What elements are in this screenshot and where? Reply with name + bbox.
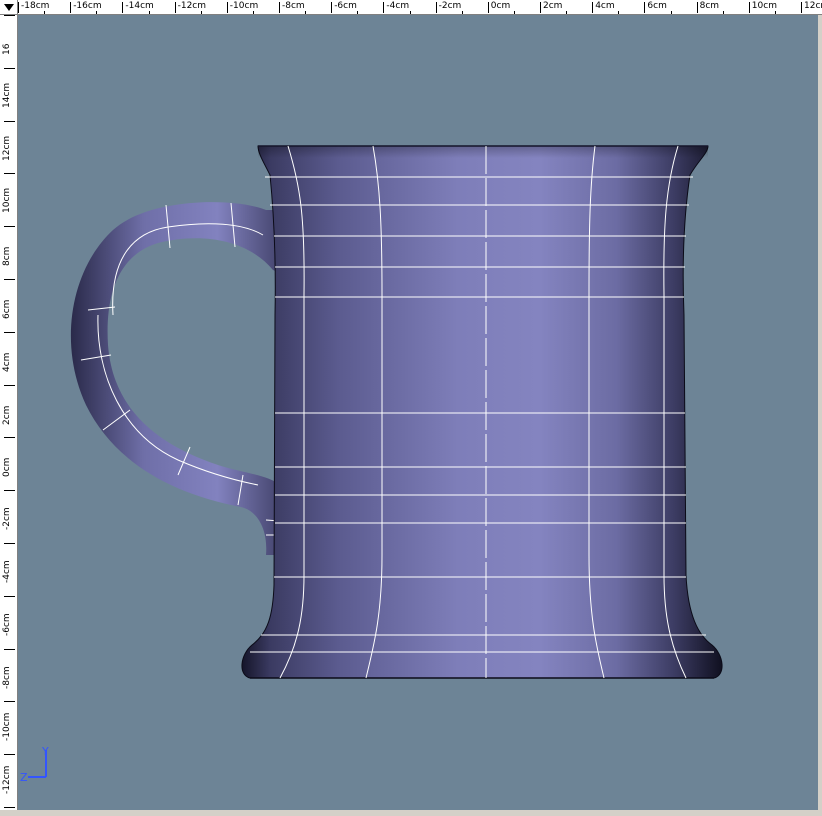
ruler-label: -8cm (2, 665, 12, 689)
ruler-label: 2cm (2, 405, 12, 425)
ruler-tick (122, 2, 124, 13)
y-axis-label: Y (41, 745, 49, 758)
ruler-label: -4cm (2, 560, 12, 583)
ruler-tick (487, 2, 489, 13)
ruler-tick (4, 15, 15, 16)
ruler-label: 8cm (699, 1, 720, 11)
ruler-tick (4, 120, 15, 122)
ruler-minor-tick (305, 11, 307, 14)
ruler-tick (540, 2, 541, 13)
ruler-tick (644, 2, 646, 13)
vertical-ruler: 16 14cm 12cm 10cm 8cm 6cm 4cm 2cm 0cm -2cm -4cm -6c… (0, 15, 18, 810)
ruler-tick (4, 490, 15, 492)
ruler-label: -10cm (2, 712, 12, 742)
ruler-label: -18cm (21, 1, 50, 11)
ruler-minor-tick (96, 11, 98, 14)
ruler-label: 8cm (2, 246, 12, 267)
ruler-tick (801, 2, 802, 13)
ruler-minor-tick (200, 11, 202, 14)
ruler-tick (748, 2, 750, 13)
ruler-label: -16cm (73, 1, 102, 11)
ruler-label: 6cm (2, 299, 12, 319)
viewport-canvas: Y Z (20, 145, 723, 784)
viewport-border-right (818, 15, 822, 810)
ruler-label: 4cm (595, 1, 615, 11)
ruler-tick (592, 2, 594, 13)
triangle-down-icon (4, 4, 14, 11)
ruler-tick (4, 595, 15, 597)
ruler-tick (4, 807, 15, 808)
ruler-tick (70, 2, 72, 13)
z-axis-label: Z (20, 771, 28, 784)
ruler-tick (174, 2, 176, 13)
ruler-minor-tick (44, 11, 46, 14)
ruler-label: 10cm (751, 1, 777, 11)
ruler-tick (4, 543, 15, 544)
ruler-corner-menu-button[interactable] (0, 0, 18, 15)
ruler-tick (4, 67, 15, 69)
ruler-tick (4, 754, 15, 756)
ruler-label: 2cm (543, 1, 563, 11)
ruler-tick (279, 2, 280, 13)
ruler-label: 0cm (2, 457, 12, 478)
viewport-border-bottom (0, 810, 822, 816)
ruler-label: -6cm (2, 613, 12, 636)
ruler-label: 14cm (2, 82, 12, 108)
ruler-tick (4, 173, 15, 175)
ruler-minor-tick (618, 11, 620, 14)
ruler-label: -14cm (125, 1, 154, 11)
ruler-label: 16 (2, 43, 12, 55)
ruler-tick (4, 279, 15, 280)
ruler-tick (4, 384, 15, 386)
ruler-tick (4, 331, 15, 333)
ruler-tick (18, 2, 19, 13)
ruler-label: 4cm (2, 352, 12, 372)
ruler-tick (383, 2, 385, 13)
ruler-label: 12cm (804, 1, 822, 11)
ruler-tick (4, 437, 15, 439)
ruler-label: -8cm (282, 1, 305, 11)
ruler-tick (696, 2, 698, 13)
ruler-label: -2cm (438, 1, 462, 11)
ruler-tick (331, 2, 333, 13)
ruler-label: 10cm (2, 188, 12, 214)
ruler-label: -2cm (2, 507, 12, 531)
ruler-minor-tick (566, 11, 568, 14)
axis-gizmo: Y Z (20, 745, 49, 784)
ruler-label: -4cm (386, 1, 410, 11)
ruler-minor-tick (722, 11, 724, 14)
ruler-tick (4, 226, 15, 228)
horizontal-ruler: -18cm -16cm -14cm -12cm -10cm -8cm -6cm -4cm -2c… (18, 0, 822, 15)
ruler-minor-tick (774, 11, 776, 14)
ruler-tick (226, 2, 228, 13)
ruler-label: 12cm (2, 135, 12, 161)
ruler-tick (4, 648, 15, 650)
ruler-label: -6cm (334, 1, 357, 11)
ruler-label: 6cm (647, 1, 667, 11)
mug-handle (70, 202, 281, 555)
ruler-minor-tick (461, 11, 463, 14)
ruler-tick (435, 2, 437, 13)
ruler-label: -12cm (2, 765, 12, 795)
ruler-minor-tick (357, 11, 359, 14)
ruler-minor-tick (513, 11, 515, 14)
ruler-label: -12cm (177, 1, 207, 11)
ruler-label: 0cm (490, 1, 511, 11)
ruler-label: -10cm (229, 1, 259, 11)
ruler-minor-tick (409, 11, 411, 14)
ruler-tick (4, 701, 15, 703)
ruler-minor-tick (670, 11, 672, 14)
ruler-minor-tick (148, 11, 150, 14)
3d-viewport[interactable]: Y Z (18, 15, 818, 810)
mug-body (241, 145, 723, 679)
ruler-minor-tick (252, 11, 254, 14)
